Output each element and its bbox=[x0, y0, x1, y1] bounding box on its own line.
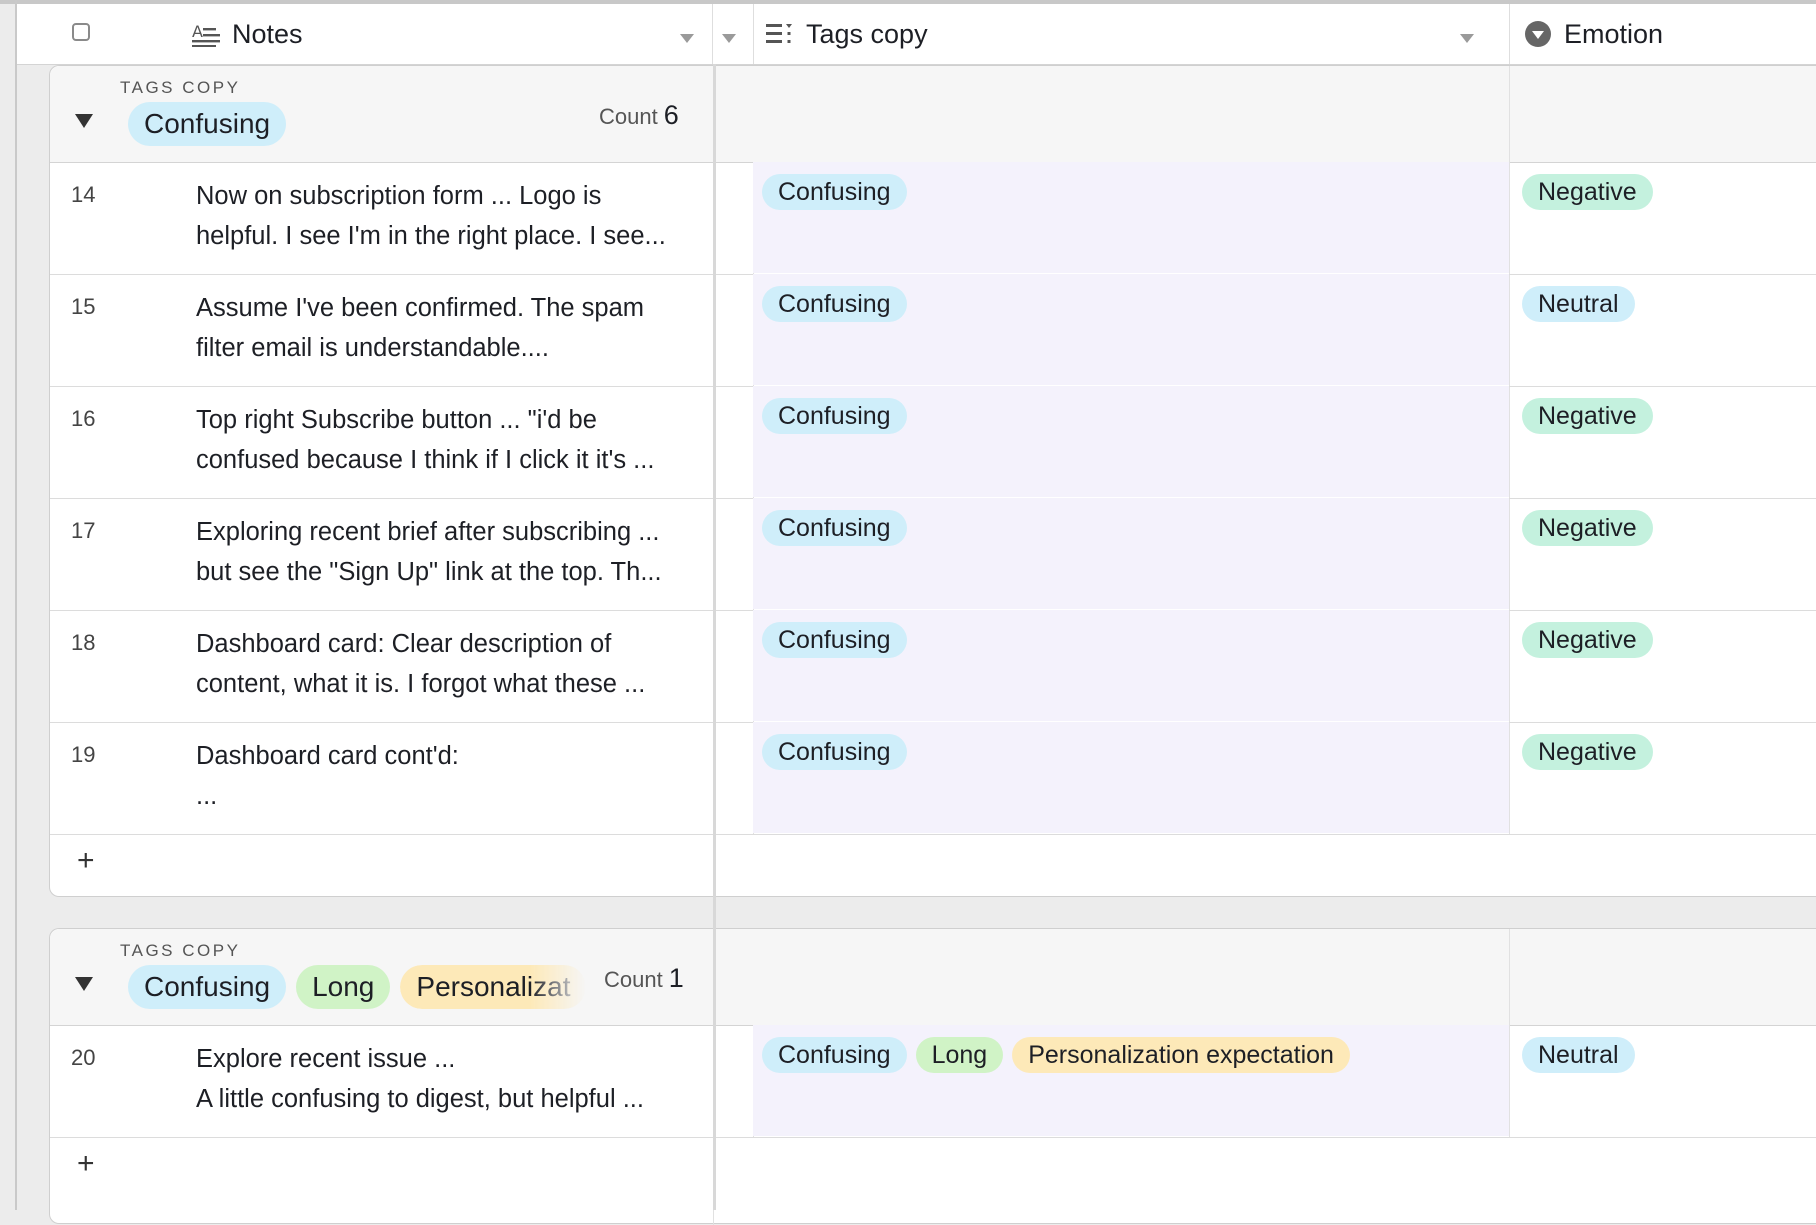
group-header: TAGS COPY Confusing Long Personalizat Co… bbox=[50, 929, 1816, 1026]
group-count-value: 1 bbox=[668, 963, 684, 993]
tag-pills: Confusing bbox=[762, 174, 907, 210]
collapse-triangle-icon[interactable] bbox=[75, 977, 93, 991]
tag-pills: Confusing Long Personalization expectation bbox=[762, 1037, 1350, 1073]
emotion-pill: Negative bbox=[1522, 174, 1653, 210]
group-confusing-long-personalization: TAGS COPY Confusing Long Personalizat Co… bbox=[49, 928, 1816, 1225]
table-row[interactable]: 17 Exploring recent brief after subscribi… bbox=[50, 498, 1816, 611]
tag-pills: Confusing bbox=[762, 286, 907, 322]
table-row[interactable]: 15 Assume I've been confirmed. The spam f… bbox=[50, 274, 1816, 387]
tag-pill-confusing: Confusing bbox=[762, 1037, 907, 1073]
notes-cell[interactable]: Now on subscription form ... Logo is hel… bbox=[196, 176, 696, 256]
notes-cell[interactable]: Exploring recent brief after subscribing… bbox=[196, 512, 696, 592]
notes-cell[interactable]: Assume I've been confirmed. The spam fil… bbox=[196, 288, 696, 368]
add-row[interactable]: + bbox=[50, 1137, 1816, 1197]
tag-pill-confusing: Confusing bbox=[762, 174, 907, 210]
group-tag-pill: Personalizat bbox=[400, 965, 587, 1009]
single-select-icon bbox=[1524, 20, 1552, 48]
select-all-checkbox[interactable] bbox=[72, 23, 90, 41]
table-row[interactable]: 18 Dashboard card: Clear description of c… bbox=[50, 610, 1816, 723]
emotion-pill: Negative bbox=[1522, 510, 1653, 546]
group-tag-pill: Confusing bbox=[128, 102, 287, 146]
table-row[interactable]: 16 Top right Subscribe button ... "i'd be… bbox=[50, 386, 1816, 499]
column-header-emotion[interactable]: Emotion bbox=[1524, 4, 1663, 64]
tag-pills: Confusing bbox=[762, 622, 907, 658]
group-count-label: Count bbox=[599, 104, 658, 129]
multi-select-icon bbox=[766, 22, 794, 46]
group-tag-pill: Confusing bbox=[128, 965, 287, 1009]
tag-pill-confusing: Confusing bbox=[762, 510, 907, 546]
column-label-tags-copy: Tags copy bbox=[806, 18, 928, 49]
notes-cell[interactable]: Dashboard card: Clear description of con… bbox=[196, 624, 696, 704]
emotion-cell[interactable]: Neutral bbox=[1522, 286, 1635, 322]
row-number: 16 bbox=[71, 406, 96, 431]
notes-cell[interactable]: Explore recent issue ... A little confus… bbox=[196, 1039, 696, 1119]
emotion-cell[interactable]: Negative bbox=[1522, 510, 1653, 546]
emotion-cell[interactable]: Neutral bbox=[1522, 1037, 1635, 1073]
table-row[interactable]: 20 Explore recent issue ... A little conf… bbox=[50, 1025, 1816, 1138]
row-number: 15 bbox=[71, 294, 96, 319]
column-header-tags-copy[interactable]: Tags copy bbox=[766, 4, 928, 64]
collapse-triangle-icon[interactable] bbox=[75, 114, 93, 128]
long-text-icon: A bbox=[192, 21, 222, 47]
tag-pills: Confusing bbox=[762, 510, 907, 546]
svg-text:A: A bbox=[192, 22, 203, 41]
emotion-pill: Negative bbox=[1522, 398, 1653, 434]
table-row[interactable]: 19 Dashboard card cont'd: ... Confusing Neg… bbox=[50, 722, 1816, 835]
tag-pill-confusing: Confusing bbox=[762, 622, 907, 658]
notes-cell[interactable]: Top right Subscribe button ... "i'd be c… bbox=[196, 400, 696, 480]
plus-icon[interactable]: + bbox=[77, 844, 95, 878]
emotion-pill: Negative bbox=[1522, 622, 1653, 658]
emotion-cell[interactable]: Negative bbox=[1522, 174, 1653, 210]
column-label-notes: Notes bbox=[232, 18, 303, 49]
add-row[interactable]: + bbox=[50, 834, 1816, 894]
row-number: 20 bbox=[71, 1045, 96, 1070]
left-border bbox=[15, 0, 17, 1210]
group-count-label: Count bbox=[604, 967, 663, 992]
tag-pill-confusing: Confusing bbox=[762, 286, 907, 322]
grid-header: A Notes Tags copy Emotion bbox=[17, 4, 1816, 65]
column-label-emotion: Emotion bbox=[1564, 18, 1664, 49]
group-value-pills: Confusing Long Personalizat bbox=[128, 965, 603, 1009]
group-field-label: TAGS COPY bbox=[120, 941, 241, 960]
dropdown-caret-icon[interactable] bbox=[1460, 30, 1474, 48]
column-header-notes[interactable]: A Notes bbox=[192, 4, 303, 64]
emotion-cell[interactable]: Negative bbox=[1522, 734, 1653, 770]
dropdown-caret-icon[interactable] bbox=[722, 30, 736, 48]
group-confusing: TAGS COPY Confusing Count 6 14 Now on subs… bbox=[49, 65, 1816, 898]
tag-pill-personalization-expectation: Personalization expectation bbox=[1012, 1037, 1350, 1073]
tag-pill-confusing: Confusing bbox=[762, 734, 907, 770]
emotion-pill: Neutral bbox=[1522, 1037, 1635, 1073]
group-value-pills: Confusing bbox=[128, 102, 603, 146]
row-number: 17 bbox=[71, 518, 96, 543]
tag-pill-long: Long bbox=[915, 1037, 1004, 1073]
row-number: 14 bbox=[71, 182, 96, 207]
emotion-cell[interactable]: Negative bbox=[1522, 398, 1653, 434]
group-tag-pill: Long bbox=[296, 965, 391, 1009]
emotion-cell[interactable]: Negative bbox=[1522, 622, 1653, 658]
group-header: TAGS COPY Confusing Count 6 bbox=[50, 66, 1816, 163]
group-count: Count 1 bbox=[604, 963, 684, 994]
dropdown-caret-icon[interactable] bbox=[680, 30, 694, 48]
group-count-value: 6 bbox=[663, 100, 679, 130]
tag-pill-confusing: Confusing bbox=[762, 398, 907, 434]
table-row[interactable]: 14 Now on subscription form ... Logo is h… bbox=[50, 162, 1816, 275]
notes-cell[interactable]: Dashboard card cont'd: ... bbox=[196, 736, 696, 816]
plus-icon[interactable]: + bbox=[77, 1147, 95, 1181]
group-count: Count 6 bbox=[599, 100, 679, 131]
frozen-column-divider[interactable] bbox=[713, 64, 716, 1210]
emotion-pill: Negative bbox=[1522, 734, 1653, 770]
emotion-pill: Neutral bbox=[1522, 286, 1635, 322]
row-number: 18 bbox=[71, 630, 96, 655]
row-number: 19 bbox=[71, 742, 96, 767]
tag-pills: Confusing bbox=[762, 734, 907, 770]
group-field-label: TAGS COPY bbox=[120, 78, 241, 97]
tag-pills: Confusing bbox=[762, 398, 907, 434]
